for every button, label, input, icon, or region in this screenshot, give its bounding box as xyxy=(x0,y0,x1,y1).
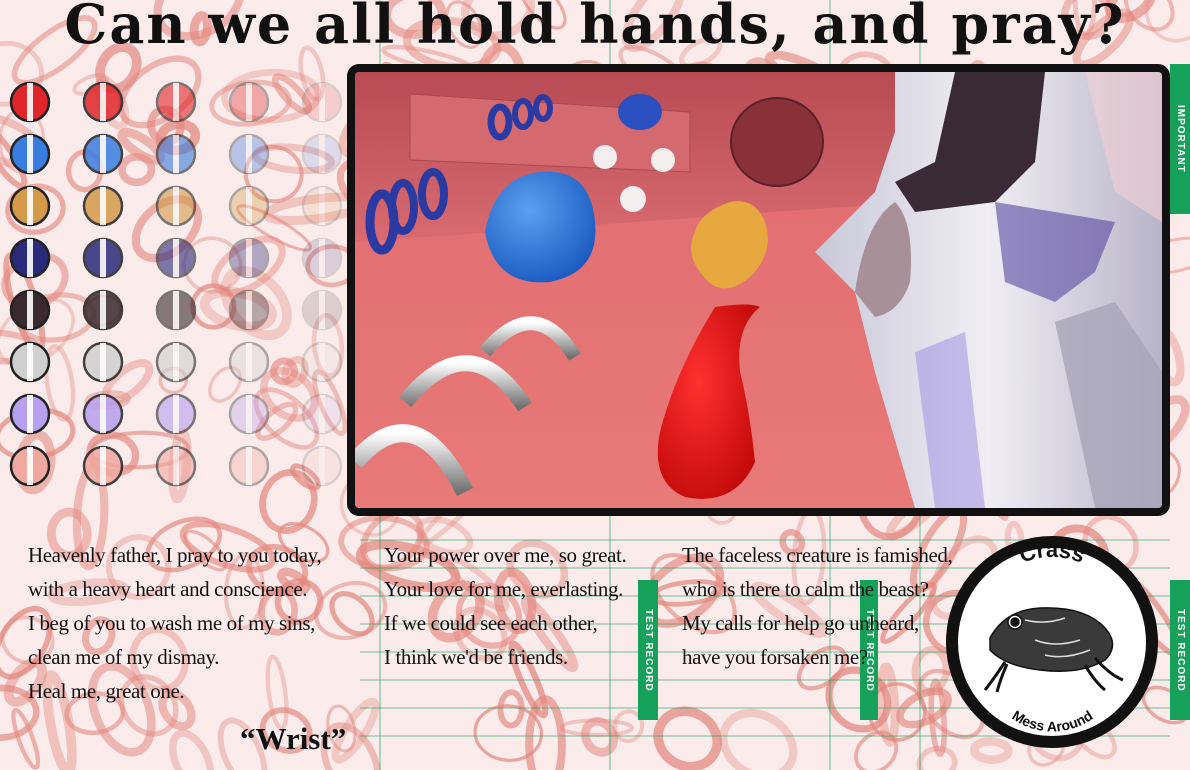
poem-column-2: Your power over me, so great. Your love … xyxy=(384,538,627,674)
color-dot xyxy=(228,133,270,175)
poem-line: have you forsaken me? xyxy=(682,645,868,669)
color-dot xyxy=(155,185,197,227)
color-dot xyxy=(82,185,124,227)
color-dot xyxy=(301,341,343,383)
poem-line: If we could see each other, xyxy=(384,611,598,635)
color-dot xyxy=(155,81,197,123)
color-dot xyxy=(9,133,51,175)
color-dot xyxy=(301,81,343,123)
color-dot xyxy=(301,185,343,227)
color-dot xyxy=(155,133,197,175)
color-dot xyxy=(155,393,197,435)
poem-line: I think we'd be friends. xyxy=(384,645,568,669)
render-scene xyxy=(355,72,1162,508)
artwork-title: “Wrist” xyxy=(240,721,347,756)
poem-line: Your power over me, so great. xyxy=(384,543,627,567)
color-dot xyxy=(301,393,343,435)
color-dot xyxy=(82,133,124,175)
poem-line: clean me of my dismay. xyxy=(28,645,220,669)
poem-column-1: Heavenly father, I pray to you today, wi… xyxy=(28,538,322,708)
color-dot xyxy=(155,445,197,487)
page-title: Can we all hold hands, and pray? xyxy=(64,0,1126,56)
color-dot xyxy=(9,237,51,279)
color-dot xyxy=(9,289,51,331)
poem-line: I beg of you to wash me of my sins, xyxy=(28,611,315,635)
poem-line: with a heavy heart and conscience. xyxy=(28,577,308,601)
color-dot xyxy=(9,185,51,227)
test-record-tab: TEST RECORD xyxy=(1170,580,1190,720)
scene-frame xyxy=(347,64,1170,516)
color-dot xyxy=(82,445,124,487)
test-record-tab: TEST RECORD xyxy=(638,580,658,720)
color-dot xyxy=(155,237,197,279)
color-dot xyxy=(82,237,124,279)
color-dot xyxy=(82,289,124,331)
poem-line: who is there to calm the beast? xyxy=(682,577,929,601)
color-dot xyxy=(82,393,124,435)
crass-logo: Crass Mess Around xyxy=(946,536,1158,748)
pattern-blob xyxy=(329,591,375,637)
color-dot xyxy=(228,289,270,331)
pattern-blob xyxy=(719,708,798,770)
color-dot xyxy=(228,81,270,123)
poem-column-3: The faceless creature is famished, who i… xyxy=(682,538,953,674)
poem-line: Your love for me, everlasting. xyxy=(384,577,623,601)
color-dot xyxy=(301,237,343,279)
important-tab: IMPORTANT xyxy=(1170,64,1190,214)
pattern-blob xyxy=(169,729,215,770)
pattern-blob xyxy=(653,706,722,770)
poem-line: Heal me, great one. xyxy=(28,679,185,703)
color-dot xyxy=(82,341,124,383)
color-dot xyxy=(9,445,51,487)
poem-line: My calls for help go unheard, xyxy=(682,611,919,635)
color-dot xyxy=(228,341,270,383)
color-dot xyxy=(228,445,270,487)
poem-line: Heavenly father, I pray to you today, xyxy=(28,543,322,567)
color-dot xyxy=(301,289,343,331)
color-dot xyxy=(228,393,270,435)
color-dot xyxy=(228,185,270,227)
color-dot-grid xyxy=(9,81,343,487)
poem-line: The faceless creature is famished, xyxy=(682,543,953,567)
color-dot xyxy=(9,81,51,123)
color-dot xyxy=(82,81,124,123)
color-dot xyxy=(301,445,343,487)
color-dot xyxy=(155,341,197,383)
color-dot xyxy=(9,393,51,435)
color-dot xyxy=(155,289,197,331)
color-dot xyxy=(228,237,270,279)
color-dot xyxy=(301,133,343,175)
color-dot xyxy=(9,341,51,383)
